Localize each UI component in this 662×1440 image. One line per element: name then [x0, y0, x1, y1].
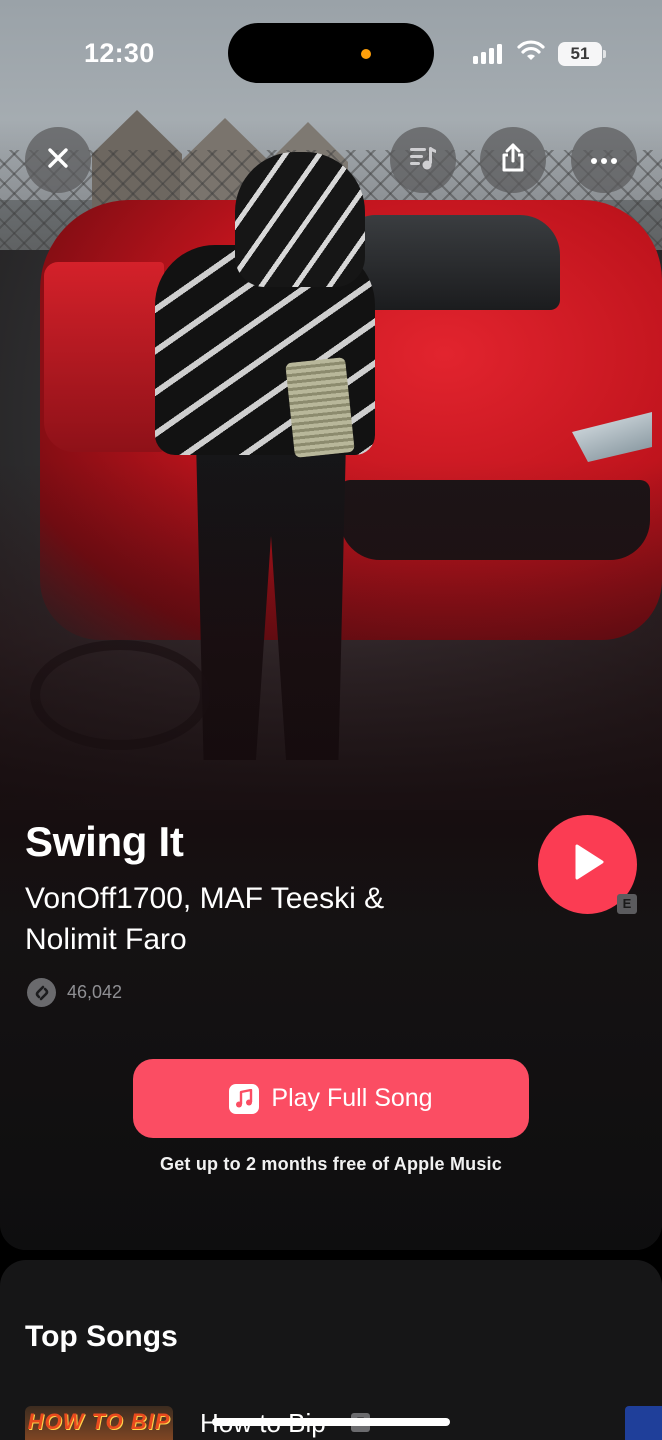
next-song-artwork-thumbnail[interactable] — [625, 1406, 662, 1440]
close-button[interactable] — [25, 127, 91, 193]
share-icon — [500, 143, 526, 178]
battery-icon: 51 — [558, 42, 602, 66]
shazam-count-row: 46,042 — [27, 978, 122, 1007]
apple-music-promo-text: Get up to 2 months free of Apple Music — [160, 1154, 502, 1174]
battery-nub — [603, 50, 606, 58]
song-artists[interactable]: VonOff1700, MAF Teeski & Nolimit Faro — [25, 878, 465, 960]
play-full-song-button[interactable]: Play Full Song — [133, 1059, 529, 1138]
top-songs-heading: Top Songs — [25, 1320, 178, 1353]
shazam-count: 46,042 — [67, 982, 123, 1002]
share-button[interactable] — [480, 127, 546, 193]
explicit-badge: E — [617, 894, 637, 914]
play-icon — [571, 843, 605, 886]
queue-button[interactable] — [390, 127, 456, 193]
home-indicator[interactable] — [212, 1418, 450, 1426]
song-artwork-thumbnail[interactable]: HOW TO BIP — [25, 1406, 173, 1440]
wifi-icon — [517, 40, 545, 67]
thumbnail-art-text: HOW TO BIP — [27, 1409, 171, 1434]
more-button[interactable] — [571, 127, 637, 193]
play-full-song-label: Play Full Song — [271, 1084, 433, 1112]
car-door-shape — [44, 262, 164, 452]
car-window-shape — [345, 215, 560, 310]
music-note-icon — [229, 1083, 260, 1114]
dynamic-island — [228, 23, 434, 83]
cash-stack-shape — [285, 357, 355, 458]
queue-music-icon — [408, 144, 438, 177]
mic-indicator-dot — [361, 49, 371, 59]
more-icon — [591, 151, 617, 169]
signal-icon — [473, 44, 502, 64]
close-icon — [47, 147, 69, 174]
status-time: 12:30 — [84, 38, 155, 68]
person-hood-shape — [235, 152, 365, 287]
shazam-icon — [27, 978, 56, 1007]
song-title: Swing It — [25, 818, 184, 865]
